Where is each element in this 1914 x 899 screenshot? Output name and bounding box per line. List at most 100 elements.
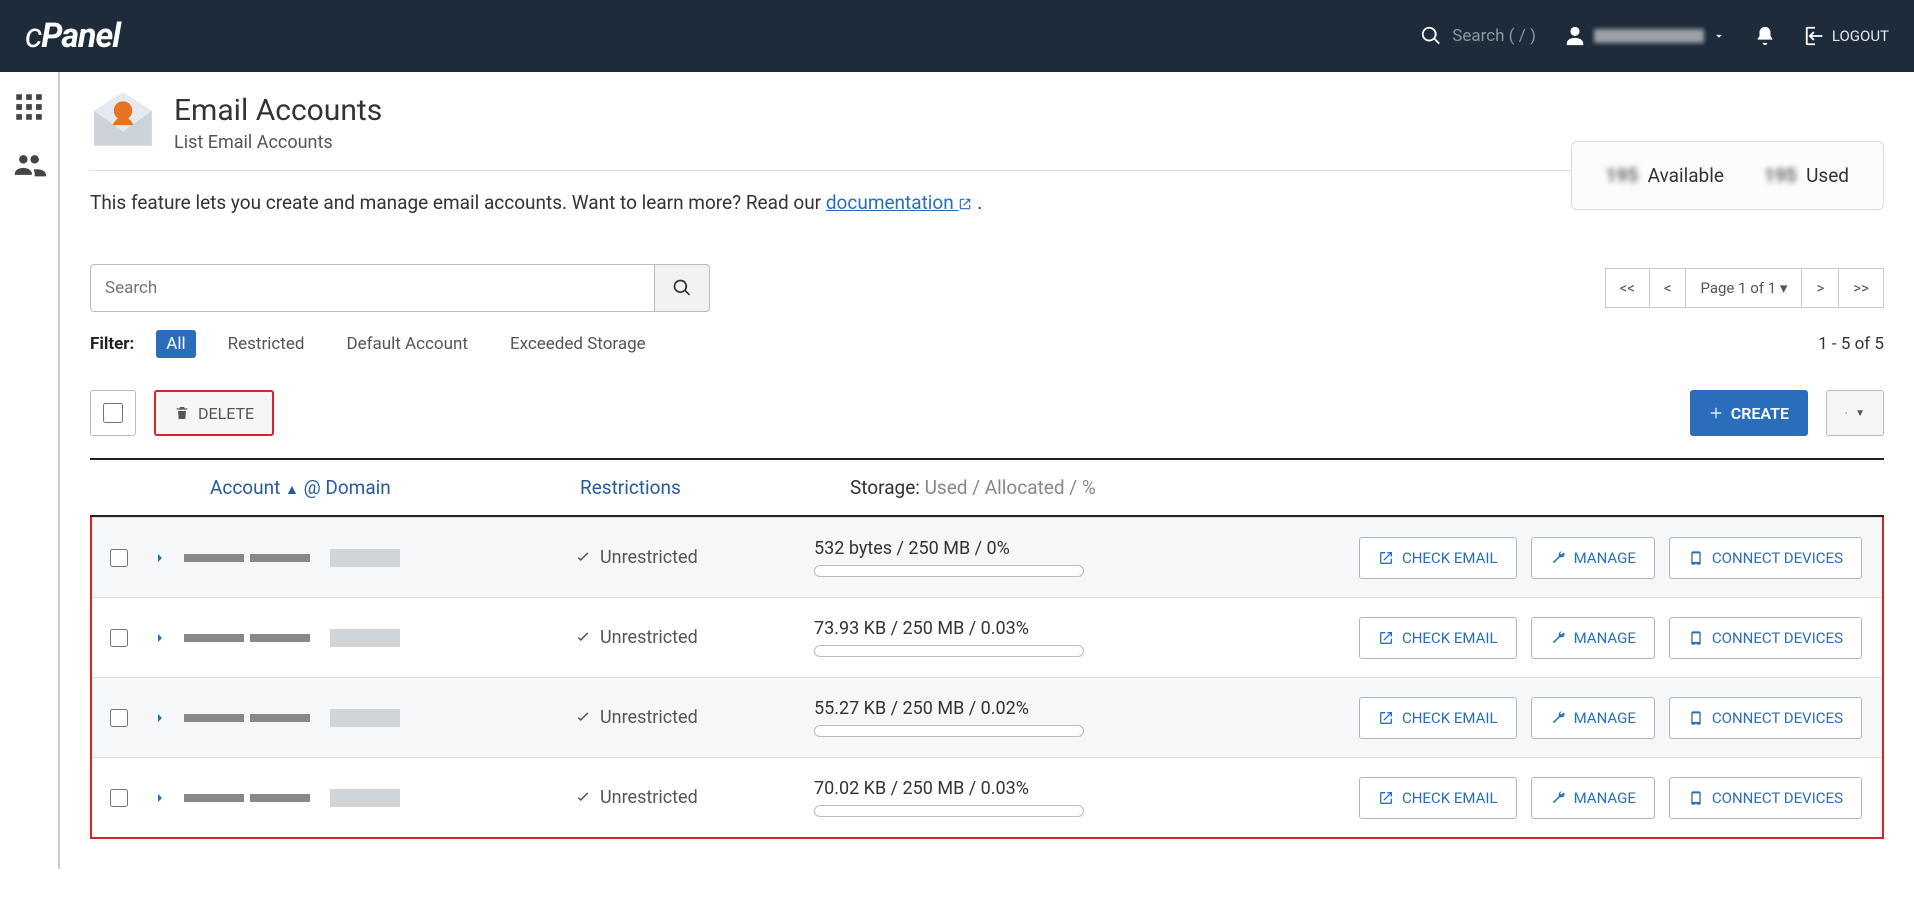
page-subtitle: List Email Accounts — [174, 132, 382, 153]
global-search[interactable]: Search ( / ) — [1420, 25, 1536, 47]
page-title: Email Accounts — [174, 93, 382, 128]
page-next[interactable]: > — [1802, 268, 1839, 308]
storage-cell: 532 bytes / 250 MB / 0% — [814, 538, 1124, 577]
bell-icon[interactable] — [1754, 25, 1776, 47]
stats-box: 195 Available 195 Used — [1571, 141, 1884, 210]
top-bar: cPanel Search ( / ) LOGOUT — [0, 0, 1914, 72]
check-email-button[interactable]: CHECK EMAIL — [1359, 537, 1517, 579]
connect-devices-button[interactable]: CONNECT DEVICES — [1669, 777, 1862, 819]
filter-all[interactable]: All — [156, 330, 195, 358]
email-search — [90, 264, 710, 312]
logout-icon — [1804, 25, 1826, 47]
storage-progress — [814, 565, 1084, 577]
row-checkbox[interactable] — [102, 549, 136, 567]
col-account[interactable]: Account ▲ @ Domain — [210, 476, 580, 499]
search-input[interactable] — [90, 264, 654, 312]
page-prev[interactable]: < — [1650, 268, 1687, 308]
page-last[interactable]: >> — [1839, 268, 1884, 308]
filter-exceeded[interactable]: Exceeded Storage — [500, 330, 656, 358]
user-icon — [1564, 25, 1586, 47]
filter-restricted[interactable]: Restricted — [218, 330, 315, 358]
left-nav — [0, 72, 60, 869]
filter-bar: Filter: All Restricted Default Account E… — [90, 330, 1884, 358]
col-storage[interactable]: Storage: Used / Allocated / % — [850, 476, 1096, 499]
action-bar: DELETE CREATE ▼ — [90, 384, 1884, 460]
account-cell — [184, 788, 574, 808]
row-checkbox[interactable] — [102, 709, 136, 727]
connect-devices-button[interactable]: CONNECT DEVICES — [1669, 697, 1862, 739]
storage-cell: 55.27 KB / 250 MB / 0.02% — [814, 698, 1124, 737]
search-icon — [1420, 25, 1442, 47]
row-checkbox[interactable] — [102, 629, 136, 647]
brand-logo[interactable]: cPanel — [25, 16, 120, 56]
storage-progress — [814, 805, 1084, 817]
page-label[interactable]: Page 1 of 1 ▾ — [1686, 268, 1802, 308]
used-label: Used — [1806, 164, 1849, 187]
row-checkbox[interactable] — [102, 789, 136, 807]
delete-button[interactable]: DELETE — [154, 390, 274, 436]
account-cell — [184, 628, 574, 648]
email-accounts-icon — [90, 90, 156, 156]
table-header: Account ▲ @ Domain Restrictions Storage:… — [90, 460, 1884, 517]
expand-row[interactable] — [136, 550, 184, 566]
restriction-cell: Unrestricted — [574, 547, 814, 568]
logout-button[interactable]: LOGOUT — [1804, 25, 1889, 47]
available-label: Available — [1648, 164, 1724, 187]
row-actions: CHECK EMAIL MANAGE CONNECT DEVICES — [1359, 537, 1872, 579]
restriction-cell: Unrestricted — [574, 787, 814, 808]
storage-cell: 70.02 KB / 250 MB / 0.03% — [814, 778, 1124, 817]
row-actions: CHECK EMAIL MANAGE CONNECT DEVICES — [1359, 697, 1872, 739]
filter-default[interactable]: Default Account — [336, 330, 478, 358]
manage-button[interactable]: MANAGE — [1531, 697, 1655, 739]
restriction-cell: Unrestricted — [574, 627, 814, 648]
page-first[interactable]: << — [1605, 268, 1650, 308]
storage-progress — [814, 645, 1084, 657]
account-cell — [184, 708, 574, 728]
trash-icon — [174, 405, 190, 421]
manage-button[interactable]: MANAGE — [1531, 617, 1655, 659]
table-row: Unrestricted73.93 KB / 250 MB / 0.03% CHE… — [92, 597, 1882, 677]
gear-icon — [1845, 404, 1847, 422]
filter-label: Filter: — [90, 334, 134, 354]
available-count: 195 — [1606, 164, 1639, 187]
table-row: Unrestricted55.27 KB / 250 MB / 0.02% CHE… — [92, 677, 1882, 757]
username-redacted — [1594, 29, 1704, 43]
connect-devices-button[interactable]: CONNECT DEVICES — [1669, 617, 1862, 659]
table-body: Unrestricted532 bytes / 250 MB / 0%CHECK… — [90, 517, 1884, 839]
apps-grid-icon[interactable] — [12, 90, 46, 124]
create-button[interactable]: CREATE — [1690, 390, 1808, 436]
col-restrictions[interactable]: Restrictions — [580, 476, 850, 499]
manage-button[interactable]: MANAGE — [1531, 777, 1655, 819]
storage-progress — [814, 725, 1084, 737]
check-email-button[interactable]: CHECK EMAIL — [1359, 697, 1517, 739]
users-icon[interactable] — [12, 148, 46, 182]
search-icon — [672, 278, 692, 298]
restriction-cell: Unrestricted — [574, 707, 814, 728]
check-email-button[interactable]: CHECK EMAIL — [1359, 777, 1517, 819]
account-cell — [184, 548, 574, 568]
expand-row[interactable] — [136, 630, 184, 646]
result-range: 1 - 5 of 5 — [1818, 334, 1884, 354]
plus-icon — [1709, 406, 1723, 420]
table-row: Unrestricted532 bytes / 250 MB / 0% CHECK… — [92, 517, 1882, 597]
row-actions: CHECK EMAIL MANAGE CONNECT DEVICES — [1359, 617, 1872, 659]
table-row: Unrestricted70.02 KB / 250 MB / 0.03% CHE… — [92, 757, 1882, 837]
storage-cell: 73.93 KB / 250 MB / 0.03% — [814, 618, 1124, 657]
search-button[interactable] — [654, 264, 710, 312]
caret-down-icon — [1712, 29, 1726, 43]
pagination: << < Page 1 of 1 ▾ > >> — [1605, 268, 1884, 308]
expand-row[interactable] — [136, 710, 184, 726]
settings-button[interactable]: ▼ — [1826, 390, 1884, 436]
user-menu[interactable] — [1564, 25, 1726, 47]
global-search-placeholder: Search ( / ) — [1452, 26, 1536, 46]
check-email-button[interactable]: CHECK EMAIL — [1359, 617, 1517, 659]
row-actions: CHECK EMAIL MANAGE CONNECT DEVICES — [1359, 777, 1872, 819]
select-all-checkbox[interactable] — [90, 390, 136, 436]
logout-label: LOGOUT — [1832, 27, 1889, 45]
connect-devices-button[interactable]: CONNECT DEVICES — [1669, 537, 1862, 579]
documentation-link[interactable]: documentation — [826, 191, 973, 214]
manage-button[interactable]: MANAGE — [1531, 537, 1655, 579]
external-link-icon — [958, 197, 972, 211]
used-count: 195 — [1764, 164, 1797, 187]
expand-row[interactable] — [136, 790, 184, 806]
